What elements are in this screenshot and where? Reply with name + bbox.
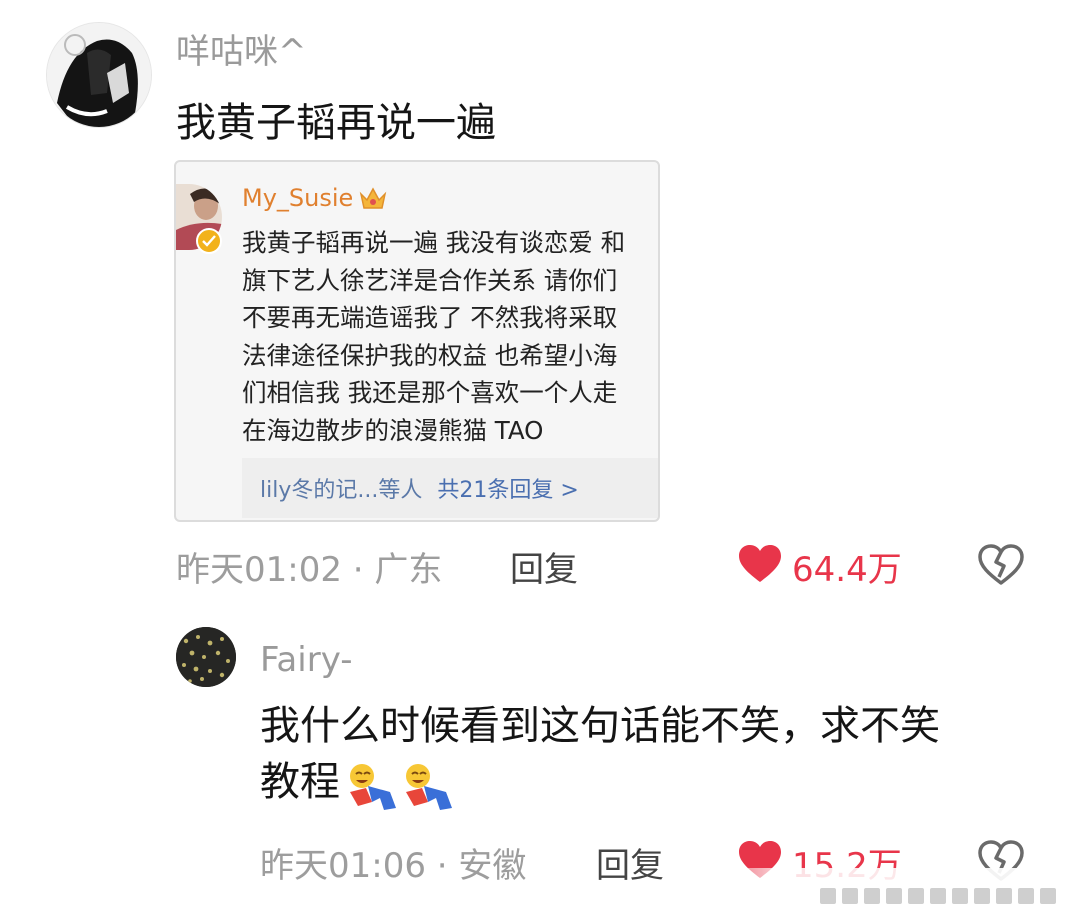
like-count: 64.4万 xyxy=(792,550,902,590)
emoji-icon xyxy=(346,762,398,814)
comment-text: 我黄子韬再说一遍 xyxy=(176,100,496,146)
avatar[interactable] xyxy=(46,22,152,128)
broken-heart-icon[interactable] xyxy=(978,544,1024,586)
reply-button[interactable]: 回复 xyxy=(510,542,578,591)
emoji-icon xyxy=(402,762,454,814)
username[interactable]: Fairy- xyxy=(260,640,353,680)
watermark xyxy=(690,868,1080,915)
quote-author-name[interactable]: My_Susie xyxy=(242,184,353,212)
heart-filled-icon[interactable] xyxy=(738,544,782,584)
quote-replies-bar[interactable]: lily冬的记...等人 共21条回复 > xyxy=(242,458,658,518)
reply-button[interactable]: 回复 xyxy=(596,838,664,887)
username[interactable]: 咩咕咪^ xyxy=(176,24,307,73)
quote-body: 我黄子韬再说一遍 我没有谈恋爱 和 旗下艺人徐艺洋是合作关系 请你们 不要再无端… xyxy=(242,228,626,445)
comment-meta: 昨天01:06 · 安徽 xyxy=(260,846,527,886)
verified-icon xyxy=(196,228,222,254)
crown-icon xyxy=(358,184,388,212)
quoted-weibo-card[interactable]: My_Susie 我黄子韬再说一遍 我没有谈恋爱 和 旗下艺人徐艺洋是合作关系 … xyxy=(174,160,660,522)
avatar[interactable] xyxy=(176,627,236,687)
comment-meta: 昨天01:02 · 广东 xyxy=(176,550,443,590)
view-replies-link[interactable]: 共21条回复 > xyxy=(437,478,578,503)
reply-users: lily冬的记...等人 xyxy=(260,478,423,503)
